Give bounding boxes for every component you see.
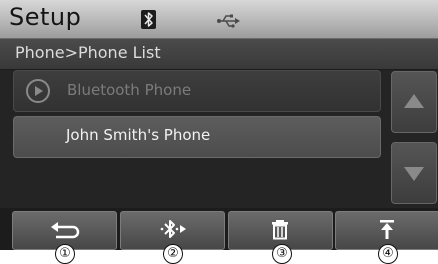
callout-3: ③ — [272, 244, 292, 264]
play-circle-icon — [26, 79, 50, 103]
title-bar: Setup — [0, 0, 438, 39]
page-title: Setup — [9, 3, 82, 31]
usb-icon — [216, 13, 240, 28]
list-item-john-smiths-phone[interactable]: John Smith's Phone — [13, 116, 381, 158]
scroll-down-button[interactable] — [391, 142, 437, 204]
callout-2: ② — [163, 244, 183, 264]
list-item-bluetooth-phone[interactable]: Bluetooth Phone — [13, 70, 381, 112]
list-item-label: John Smith's Phone — [66, 126, 211, 144]
callout-4: ④ — [378, 244, 398, 264]
breadcrumb: Phone>Phone List — [0, 39, 438, 70]
callout-1: ① — [55, 244, 75, 264]
arrow-up-icon — [404, 94, 424, 108]
breadcrumb-text: Phone>Phone List — [15, 43, 161, 62]
scroll-up-button[interactable] — [391, 71, 437, 133]
head-unit-screen: Setup Phone>Phone List Bluetooth Phone J… — [0, 0, 438, 250]
list-item-label: Bluetooth Phone — [67, 81, 192, 99]
bluetooth-icon — [141, 10, 156, 29]
arrow-down-icon — [404, 167, 424, 181]
